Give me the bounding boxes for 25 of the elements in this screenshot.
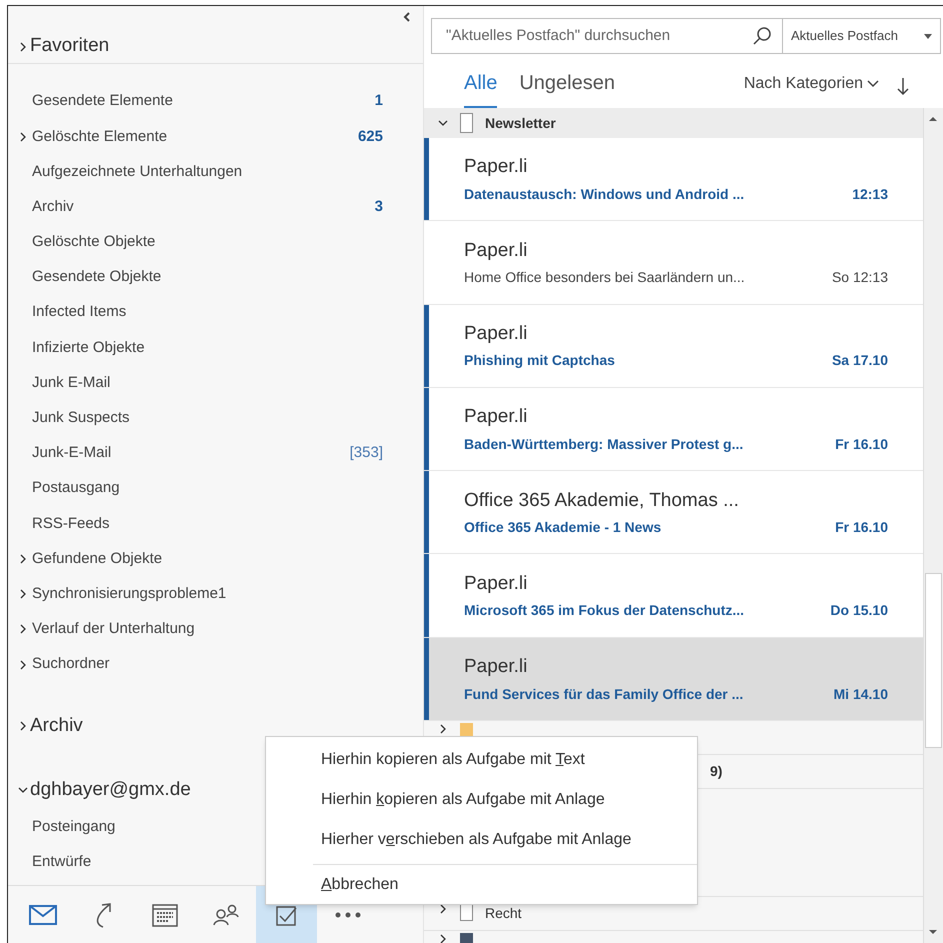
message-time: So 12:13 [832,268,888,288]
message-subject: Office 365 Akademie - 1 News [464,518,662,538]
message-sender: Paper.li [464,322,528,346]
message-sender: Office 365 Akademie, Thomas ... [464,488,740,513]
message-time: Fr 16.10 [835,518,888,538]
message-sender: Paper.li [464,405,528,430]
message-time: Mi 14.10 [834,684,888,704]
message-subject: Phishing mit Captchas [464,351,615,370]
folder-count: 625 [358,126,383,147]
message-subject: Baden-Württemberg: Massiver Protest g... [464,434,744,454]
message-time: 12:13 [852,184,888,204]
message-subject: Home Office besonders bei Saarländern un... [464,268,745,288]
folder-count: 1 [374,91,383,112]
folder-count: [353] [350,443,383,464]
message-subject: Microsoft 365 im Fokus der Datenschutz... [464,601,744,620]
folder-count: 3 [374,196,383,217]
message-sender: Paper.li [464,572,528,596]
message-time: Sa 17.10 [832,351,888,370]
message-time: Fr 16.10 [835,434,888,454]
message-time: Do 15.10 [830,601,888,620]
message-subject: Fund Services für das Family Office der ... [464,684,744,704]
message-sender: Paper.li [464,655,528,680]
message-subject: Datenaustausch: Windows und Android ... [464,184,744,204]
message-sender: Paper.li [464,238,528,263]
message-sender: Paper.li [464,155,528,180]
